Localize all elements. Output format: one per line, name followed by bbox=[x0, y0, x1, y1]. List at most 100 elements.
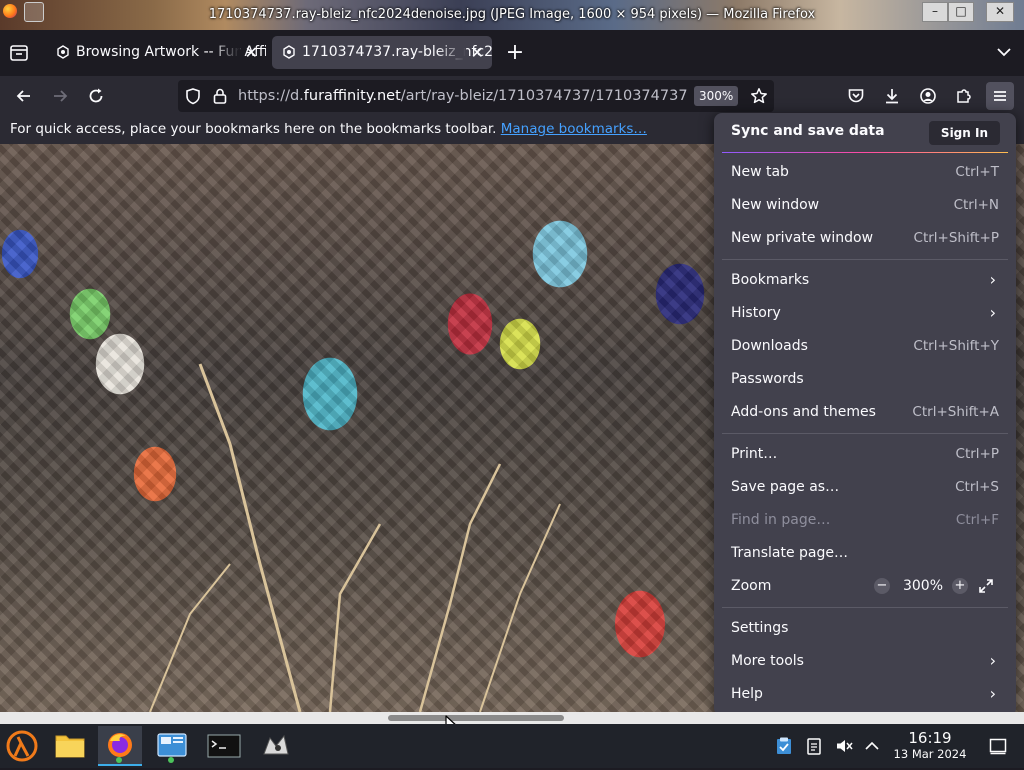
url-bar[interactable]: https://d.furaffinity.net/art/ray-bleiz/… bbox=[178, 80, 774, 112]
menu-shortcut: Ctrl+Shift+P bbox=[913, 230, 999, 246]
star-icon[interactable] bbox=[750, 87, 768, 105]
forward-button[interactable] bbox=[46, 82, 74, 110]
tab-image[interactable]: 1710374737.ray-bleiz_nfc2024denoise.jpg … bbox=[272, 36, 492, 69]
tab-browsing-artwork[interactable]: Browsing Artwork -- Fur Affinity ✕ bbox=[46, 36, 266, 69]
show-desktop-icon[interactable] bbox=[988, 736, 1008, 756]
menu-new-window[interactable]: New window Ctrl+N bbox=[714, 190, 1016, 220]
sync-divider bbox=[722, 152, 1008, 153]
taskbar: 16:19 13 Mar 2024 bbox=[0, 724, 1024, 768]
menu-shortcut: Ctrl+P bbox=[955, 446, 999, 462]
close-tab-icon[interactable]: ✕ bbox=[471, 36, 484, 69]
firefox-taskbar-button[interactable] bbox=[98, 726, 142, 766]
extensions-button[interactable] bbox=[950, 82, 978, 110]
downloads-button[interactable] bbox=[878, 82, 906, 110]
hamburger-menu-icon bbox=[994, 91, 1006, 101]
file-manager-button[interactable] bbox=[48, 726, 92, 766]
menu-label: Downloads bbox=[731, 338, 808, 354]
menu-label: More tools bbox=[731, 653, 804, 669]
menu-label: Passwords bbox=[731, 371, 804, 387]
maximize-button[interactable]: □ bbox=[948, 2, 974, 22]
menu-label: Translate page… bbox=[731, 545, 848, 561]
minimize-button[interactable]: – bbox=[922, 2, 948, 22]
volume-muted-icon[interactable] bbox=[834, 736, 854, 756]
menu-translate-page[interactable]: Translate page… bbox=[714, 538, 1016, 568]
clipboard-manager-icon[interactable] bbox=[774, 736, 794, 756]
menu-settings[interactable]: Settings bbox=[714, 613, 1016, 643]
zoom-reset-button[interactable]: 300% bbox=[694, 86, 739, 106]
url-path: /art/ray-bleiz/1710374737/1710374737.ray… bbox=[400, 88, 688, 104]
menu-label: Zoom bbox=[731, 578, 772, 594]
menu-help[interactable]: Help › bbox=[714, 679, 1016, 709]
app-launcher-button[interactable] bbox=[0, 726, 44, 766]
window-title: 1710374737.ray-bleiz_nfc2024denoise.jpg … bbox=[208, 7, 816, 22]
menu-new-private-window[interactable]: New private window Ctrl+Shift+P bbox=[714, 223, 1016, 253]
clipboard-icon[interactable] bbox=[804, 736, 824, 756]
menu-bookmarks[interactable]: Bookmarks › bbox=[714, 265, 1016, 295]
menu-label: History bbox=[731, 305, 781, 321]
chevron-down-icon bbox=[997, 48, 1011, 57]
fox-app-icon bbox=[263, 734, 289, 755]
chevron-right-icon: › bbox=[989, 651, 996, 670]
furaffinity-favicon-icon bbox=[57, 45, 69, 59]
list-all-tabs-button[interactable] bbox=[994, 42, 1014, 62]
url-prefix: https://d. bbox=[238, 88, 304, 104]
digital-clock[interactable]: 16:19 13 Mar 2024 bbox=[888, 730, 972, 762]
forward-arrow-icon bbox=[54, 90, 68, 102]
manage-bookmarks-link[interactable]: Manage bookmarks… bbox=[501, 121, 647, 137]
menu-zoom: Zoom − 300% + bbox=[714, 571, 1016, 601]
app-menu-button[interactable] bbox=[986, 82, 1014, 110]
new-tab-button[interactable]: + bbox=[504, 40, 526, 66]
system-settings-button[interactable] bbox=[150, 726, 194, 766]
menu-more-tools[interactable]: More tools › bbox=[714, 646, 1016, 676]
menu-addons-themes[interactable]: Add-ons and themes Ctrl+Shift+A bbox=[714, 397, 1016, 427]
account-button[interactable] bbox=[914, 82, 942, 110]
clock-date: 13 Mar 2024 bbox=[893, 747, 967, 761]
close-tab-icon[interactable]: ✕ bbox=[245, 36, 258, 69]
app-menu-panel: Sync and save data Sign In New tab Ctrl+T… bbox=[714, 113, 1016, 716]
tab-label-fade bbox=[436, 36, 466, 69]
url-text[interactable]: https://d.furaffinity.net/art/ray-bleiz/… bbox=[238, 80, 688, 112]
menu-shortcut: Ctrl+Shift+A bbox=[912, 404, 999, 420]
menu-label: Save page as… bbox=[731, 479, 840, 495]
menu-label: New private window bbox=[731, 230, 874, 246]
sign-in-button[interactable]: Sign In bbox=[928, 121, 1000, 145]
firefox-view-icon[interactable] bbox=[8, 42, 30, 64]
back-button[interactable] bbox=[10, 82, 38, 110]
menu-shortcut: Ctrl+N bbox=[953, 197, 999, 213]
tray-expand-icon[interactable] bbox=[862, 736, 882, 756]
menu-shortcut: Ctrl+F bbox=[955, 512, 999, 528]
control-panel-icon bbox=[157, 733, 187, 763]
menu-save-page[interactable]: Save page as… Ctrl+S bbox=[714, 472, 1016, 502]
puzzle-icon bbox=[957, 89, 971, 103]
menu-print[interactable]: Print… Ctrl+P bbox=[714, 439, 1016, 469]
fullscreen-icon[interactable] bbox=[978, 578, 994, 594]
app-taskbar-button[interactable] bbox=[254, 726, 298, 766]
zoom-value[interactable]: 300% bbox=[902, 571, 944, 601]
chevron-right-icon: › bbox=[989, 270, 996, 289]
bookmarks-hint: For quick access, place your bookmarks h… bbox=[10, 121, 497, 137]
menu-downloads[interactable]: Downloads Ctrl+Shift+Y bbox=[714, 331, 1016, 361]
horizontal-scrollbar[interactable] bbox=[0, 712, 1024, 724]
window-titlebar[interactable]: 1710374737.ray-bleiz_nfc2024denoise.jpg … bbox=[0, 0, 1024, 30]
back-arrow-icon bbox=[16, 90, 30, 102]
zoom-out-button[interactable]: − bbox=[874, 578, 890, 594]
menu-find-in-page: Find in page… Ctrl+F bbox=[714, 505, 1016, 535]
menu-label: New tab bbox=[731, 164, 789, 180]
pocket-button[interactable] bbox=[842, 82, 870, 110]
url-domain: furaffinity.net bbox=[303, 88, 401, 104]
shield-icon[interactable] bbox=[184, 87, 202, 105]
close-window-button[interactable]: ✕ bbox=[986, 2, 1014, 22]
chevron-right-icon: › bbox=[989, 684, 996, 703]
scrollbar-thumb[interactable] bbox=[388, 715, 564, 721]
menu-passwords[interactable]: Passwords bbox=[714, 364, 1016, 394]
menu-label: New window bbox=[731, 197, 820, 213]
terminal-button[interactable] bbox=[202, 726, 246, 766]
reload-button[interactable] bbox=[82, 82, 110, 110]
menu-new-tab[interactable]: New tab Ctrl+T bbox=[714, 157, 1016, 187]
menu-label: Print… bbox=[731, 446, 778, 462]
reload-icon bbox=[89, 88, 103, 103]
menu-history[interactable]: History › bbox=[714, 298, 1016, 328]
lock-icon[interactable] bbox=[212, 87, 228, 105]
zoom-in-button[interactable]: + bbox=[952, 578, 968, 594]
sync-title: Sync and save data bbox=[731, 123, 885, 139]
